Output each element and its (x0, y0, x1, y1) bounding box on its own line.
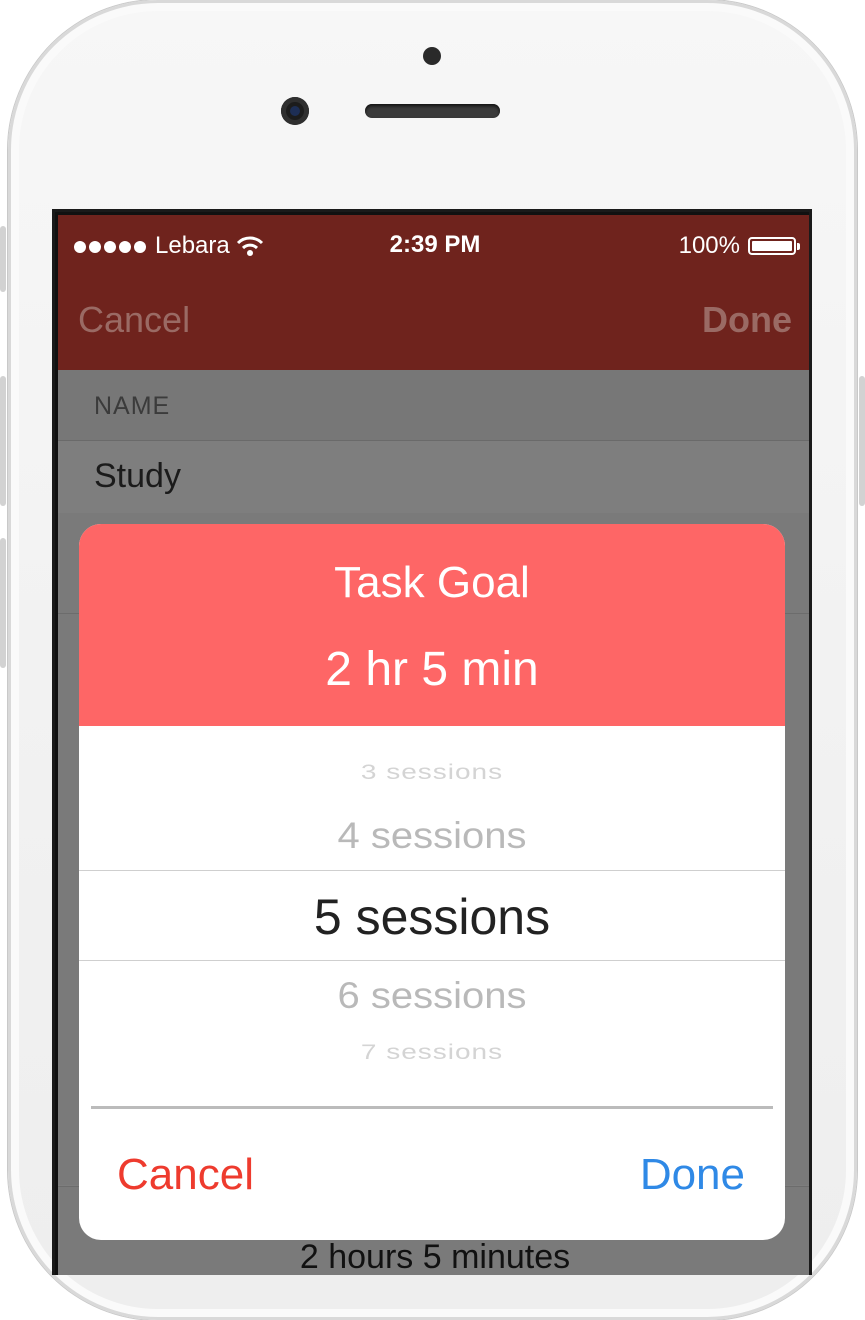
section-header-name: NAME (58, 370, 809, 441)
section-header-label: NAME (94, 392, 171, 420)
battery-label: 100% (678, 232, 740, 259)
goal-summary: 2 hours 5 minutes (299, 1238, 571, 1275)
front-camera-icon (281, 97, 309, 125)
picker-option[interactable]: 3 sessions (79, 760, 785, 784)
volume-down-button (0, 538, 6, 668)
proximity-sensor (423, 47, 441, 65)
picker-option[interactable]: 7 sessions (79, 1040, 785, 1064)
dialog-value: 2 hr 5 min (325, 643, 539, 696)
volume-up-button (0, 376, 6, 506)
dialog-separator (91, 1106, 773, 1109)
picker-option-selected[interactable]: 5 sessions (79, 888, 785, 946)
dialog-done-button[interactable]: Done (640, 1150, 745, 1200)
picker-selection-bottom (79, 960, 785, 961)
picker-option[interactable]: 4 sessions (79, 816, 785, 857)
nav-cancel-button[interactable]: Cancel (78, 299, 190, 341)
sessions-picker[interactable]: 3 sessions 4 sessions 5 sessions 6 sessi… (79, 726, 785, 1106)
picker-selection-top (79, 870, 785, 871)
dialog-cancel-button[interactable]: Cancel (117, 1150, 254, 1200)
name-row[interactable]: Study (58, 441, 809, 514)
name-value: Study (94, 457, 181, 495)
nav-done-button[interactable]: Done (702, 299, 792, 341)
battery-icon (748, 237, 800, 255)
dialog-title: Task Goal (334, 558, 530, 607)
power-button (859, 376, 865, 506)
earpiece-speaker (365, 104, 500, 118)
navigation-bar: Lebara 2:39 PM 100% Cancel Done (58, 215, 809, 370)
picker-option[interactable]: 6 sessions (79, 976, 785, 1017)
mute-switch (0, 226, 6, 292)
status-right: 100% (678, 231, 800, 261)
dialog-header: Task Goal 2 hr 5 min (79, 524, 785, 726)
task-goal-dialog: Task Goal 2 hr 5 min 3 sessions 4 sessio… (79, 524, 785, 1240)
